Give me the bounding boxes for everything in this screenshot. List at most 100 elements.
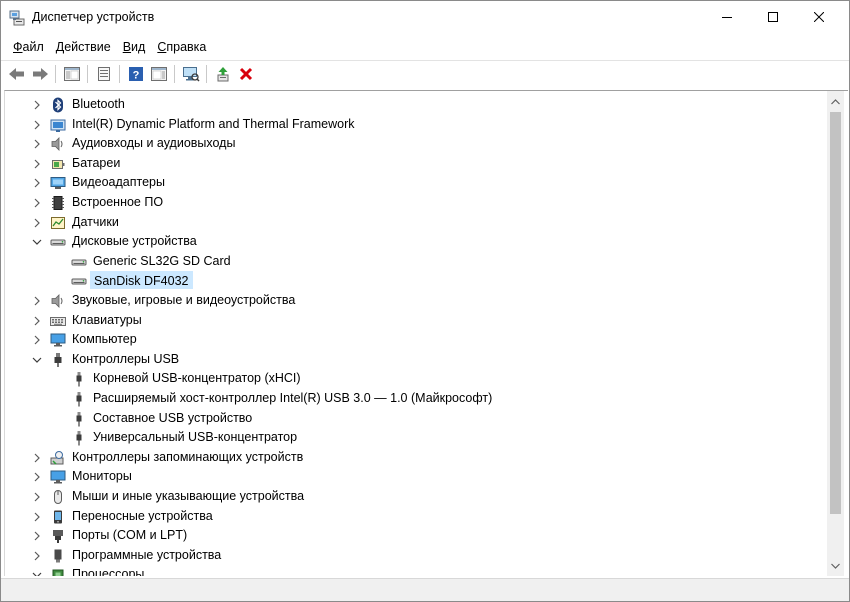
properties-icon: [97, 67, 110, 81]
tree-category[interactable]: Мыши и иные указывающие устройства: [5, 487, 828, 507]
maximize-button[interactable]: [750, 1, 796, 33]
tree-item-label[interactable]: Расширяемый хост-контроллер Intel(R) USB…: [90, 389, 495, 407]
tree-category[interactable]: Встроенное ПО: [5, 193, 828, 213]
properties-button[interactable]: [92, 63, 115, 85]
tree-category[interactable]: Мониторы: [5, 467, 828, 487]
tree-device[interactable]: Расширяемый хост-контроллер Intel(R) USB…: [5, 389, 828, 409]
expand-chevron-icon[interactable]: [32, 296, 42, 306]
expand-chevron-icon[interactable]: [32, 335, 42, 345]
tree-item-label[interactable]: Intel(R) Dynamic Platform and Thermal Fr…: [69, 115, 357, 133]
expand-chevron-icon[interactable]: [32, 531, 42, 541]
expand-chevron-icon[interactable]: [32, 100, 42, 110]
tree-item-label[interactable]: Универсальный USB-концентратор: [90, 428, 300, 446]
expand-chevron-icon[interactable]: [32, 198, 42, 208]
tree-item-label[interactable]: Звуковые, игровые и видеоустройства: [69, 291, 298, 309]
expand-chevron-icon[interactable]: [32, 551, 42, 561]
tree-category[interactable]: Процессоры: [5, 565, 828, 576]
software-device-icon: [50, 548, 66, 564]
tree-item-label[interactable]: Встроенное ПО: [69, 193, 166, 211]
tree-item-label[interactable]: Переносные устройства: [69, 507, 216, 525]
tree-category[interactable]: Переносные устройства: [5, 507, 828, 527]
tree-item-label[interactable]: Аудиовходы и аудиовыходы: [69, 134, 238, 152]
tree-category[interactable]: Батареи: [5, 154, 828, 174]
tree-category[interactable]: Программные устройства: [5, 546, 828, 566]
tree-item-label[interactable]: Контроллеры USB: [69, 350, 182, 368]
scrollbar-thumb[interactable]: [830, 112, 841, 514]
tree-category[interactable]: Bluetooth: [5, 95, 828, 115]
close-button[interactable]: [796, 1, 842, 33]
uninstall-device-button[interactable]: [234, 63, 257, 85]
tree-category[interactable]: Дисковые устройства: [5, 232, 828, 252]
toolbar-separator: [55, 65, 56, 83]
vertical-scrollbar[interactable]: [827, 91, 844, 576]
device-tree-frame: Bluetooth Intel(R) Dynamic Platform and T…: [4, 90, 848, 576]
tree-item-label[interactable]: Программные устройства: [69, 546, 224, 564]
tree-category[interactable]: Видеоадаптеры: [5, 173, 828, 193]
tree-item-label[interactable]: Составное USB устройство: [90, 409, 255, 427]
menu-view[interactable]: Вид: [117, 37, 152, 57]
tree-device[interactable]: Составное USB устройство: [5, 409, 828, 429]
tree-item-label[interactable]: Процессоры: [69, 565, 147, 576]
tree-category[interactable]: Аудиовходы и аудиовыходы: [5, 134, 828, 154]
tree-item-label[interactable]: Контроллеры запоминающих устройств: [69, 448, 306, 466]
forward-button[interactable]: [28, 63, 51, 85]
expand-chevron-icon[interactable]: [32, 178, 42, 188]
tree-item-label[interactable]: Мыши и иные указывающие устройства: [69, 487, 307, 505]
tree-category[interactable]: Звуковые, игровые и видеоустройства: [5, 291, 828, 311]
scan-hardware-icon: [182, 67, 200, 82]
expand-chevron-icon[interactable]: [32, 492, 42, 502]
tree-category[interactable]: Клавиатуры: [5, 311, 828, 331]
expand-chevron-icon[interactable]: [32, 159, 42, 169]
collapse-chevron-icon[interactable]: [32, 355, 42, 365]
minimize-button[interactable]: [704, 1, 750, 33]
speaker-icon: [50, 293, 66, 309]
collapse-chevron-icon[interactable]: [32, 237, 42, 247]
tree-device[interactable]: SanDisk DF4032: [5, 271, 828, 291]
action-pane-button[interactable]: [147, 63, 170, 85]
scroll-up-button[interactable]: [827, 93, 844, 110]
show-hide-tree-button[interactable]: [60, 63, 83, 85]
menu-help[interactable]: Справка: [151, 37, 212, 57]
update-driver-button[interactable]: [211, 63, 234, 85]
expand-chevron-icon[interactable]: [32, 218, 42, 228]
tree-category[interactable]: Intel(R) Dynamic Platform and Thermal Fr…: [5, 115, 828, 135]
tree-item-label[interactable]: Клавиатуры: [69, 311, 145, 329]
device-manager-icon: [9, 10, 25, 26]
tree-item-label[interactable]: Датчики: [69, 213, 122, 231]
menu-action[interactable]: Действие: [50, 37, 117, 57]
expand-chevron-icon[interactable]: [32, 453, 42, 463]
tree-item-label[interactable]: Корневой USB-концентратор (xHCI): [90, 369, 304, 387]
tree-device[interactable]: Корневой USB-концентратор (xHCI): [5, 369, 828, 389]
help-button[interactable]: ?: [124, 63, 147, 85]
tree-category[interactable]: Контроллеры запоминающих устройств: [5, 448, 828, 468]
expand-chevron-icon[interactable]: [32, 120, 42, 130]
tree-item-label-selected[interactable]: SanDisk DF4032: [90, 271, 193, 290]
collapse-chevron-icon[interactable]: [32, 570, 42, 576]
tree-category[interactable]: Порты (COM и LPT): [5, 526, 828, 546]
tree-item-label[interactable]: Батареи: [69, 154, 123, 172]
expand-chevron-icon[interactable]: [32, 512, 42, 522]
port-icon: [50, 528, 66, 544]
back-button[interactable]: [5, 63, 28, 85]
scan-hardware-button[interactable]: [179, 63, 202, 85]
tree-category[interactable]: Контроллеры USB: [5, 350, 828, 370]
tree-item-label[interactable]: Generic SL32G SD Card: [90, 252, 234, 270]
menu-file[interactable]: Файл: [7, 37, 50, 57]
close-icon: [814, 12, 824, 22]
scroll-down-button[interactable]: [827, 557, 844, 574]
expand-chevron-icon[interactable]: [32, 139, 42, 149]
disk-drive-icon: [71, 254, 87, 270]
tree-device[interactable]: Универсальный USB-концентратор: [5, 428, 828, 448]
tree-category[interactable]: Компьютер: [5, 330, 828, 350]
tree-device[interactable]: Generic SL32G SD Card: [5, 252, 828, 272]
tree-item-label[interactable]: Bluetooth: [69, 95, 128, 113]
tree-item-label[interactable]: Видеоадаптеры: [69, 173, 168, 191]
tree-item-label[interactable]: Порты (COM и LPT): [69, 526, 190, 544]
tree-item-label[interactable]: Дисковые устройства: [69, 232, 200, 250]
title-bar[interactable]: Диспетчер устройств: [1, 1, 849, 34]
tree-category[interactable]: Датчики: [5, 213, 828, 233]
expand-chevron-icon[interactable]: [32, 472, 42, 482]
tree-item-label[interactable]: Мониторы: [69, 467, 135, 485]
expand-chevron-icon[interactable]: [32, 316, 42, 326]
tree-item-label[interactable]: Компьютер: [69, 330, 140, 348]
